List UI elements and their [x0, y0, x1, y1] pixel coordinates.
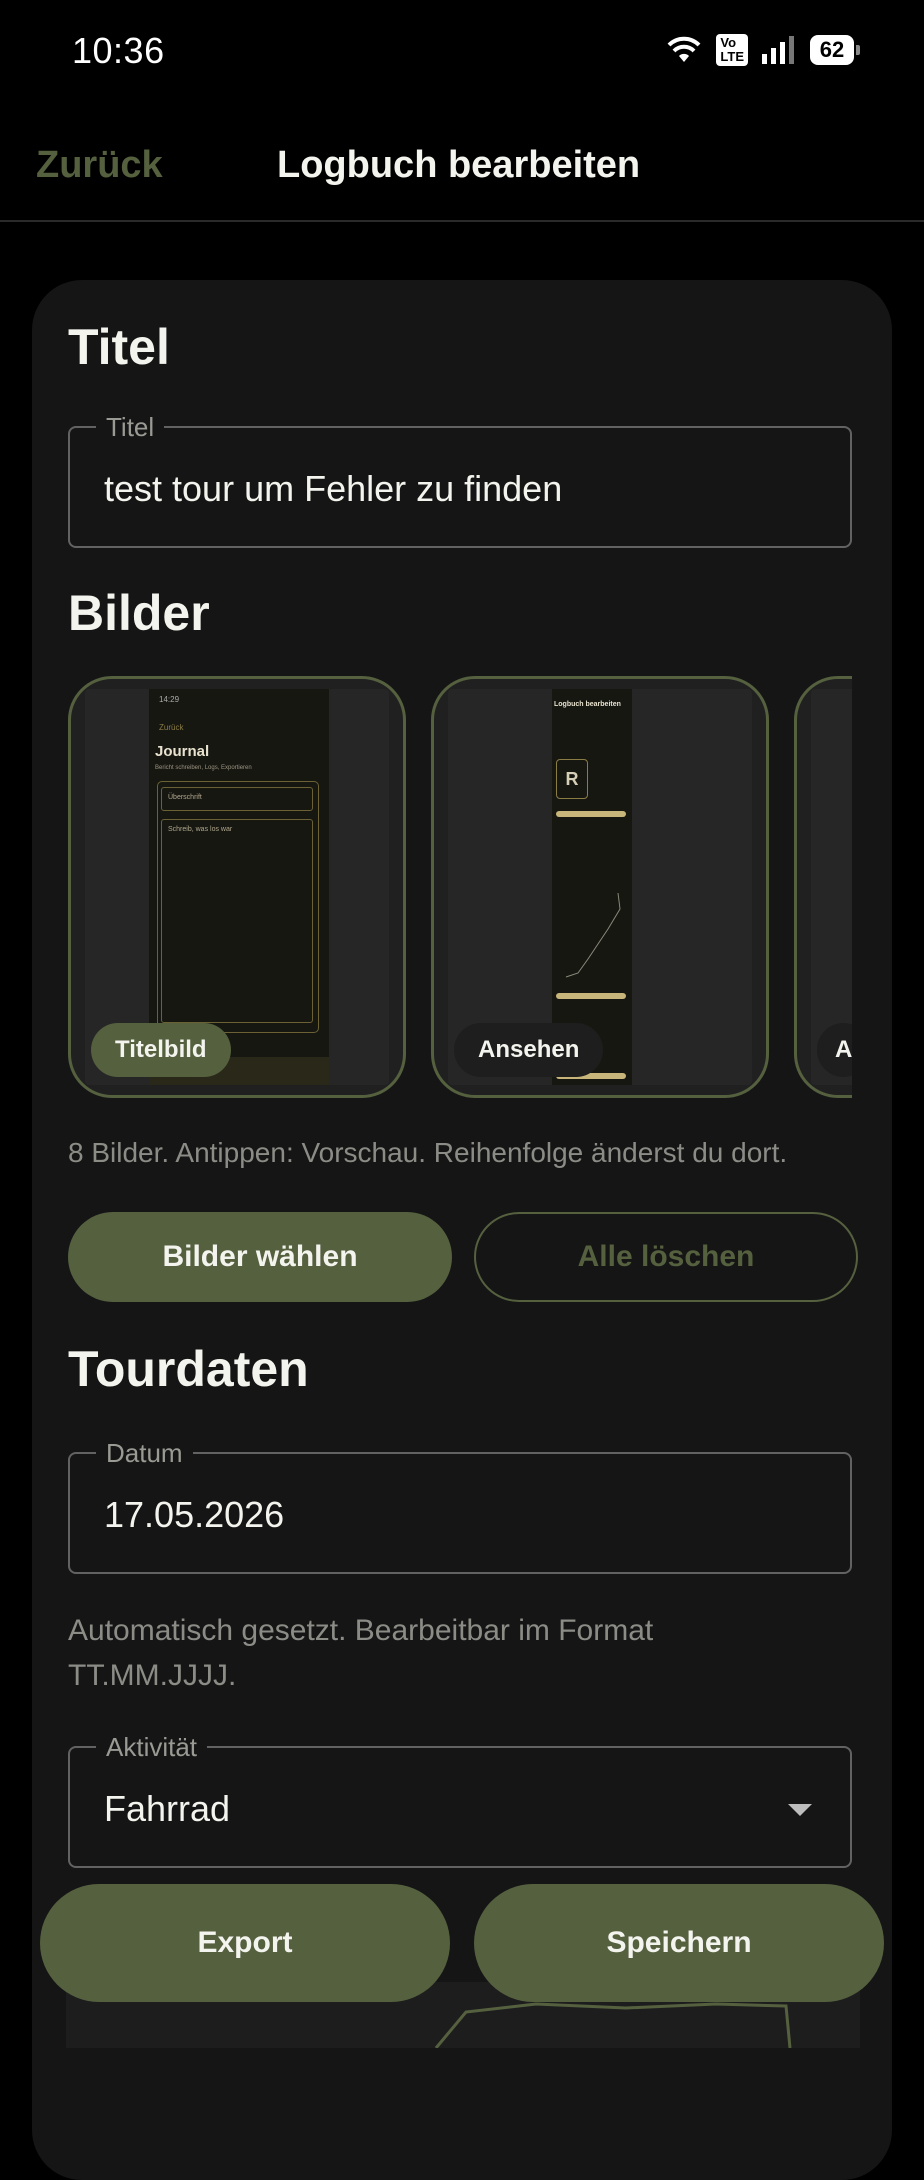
image-carousel[interactable]: 14:29 Zurück Journal Bericht schreiben, … [68, 676, 852, 1106]
thumb-screen-back: Zurück [159, 723, 184, 732]
status-bar: 10:36 Vo LTE 62 [0, 0, 924, 110]
title-field[interactable]: Titel test tour um Fehler zu finden [68, 412, 852, 548]
status-icons: Vo LTE 62 [666, 34, 860, 66]
image-thumb-1[interactable]: 14:29 Zurück Journal Bericht schreiben, … [68, 676, 406, 1098]
back-button[interactable]: Zurück [36, 144, 163, 187]
activity-field-label: Aktivität [96, 1732, 208, 1763]
delete-all-images-button[interactable]: Alle löschen [474, 1212, 858, 1302]
title-section-heading: Titel [68, 319, 170, 375]
battery-icon: 62 [810, 35, 860, 65]
activity-field-value[interactable]: Fahrrad [104, 1788, 230, 1830]
signal-icon [762, 36, 794, 64]
save-button[interactable]: Speichern [474, 1884, 884, 2002]
wifi-icon [667, 36, 701, 62]
images-hint: 8 Bilder. Antippen: Vorschau. Reihenfolg… [68, 1137, 788, 1168]
choose-images-button[interactable]: Bilder wählen [68, 1212, 452, 1302]
view-image-badge[interactable]: Ansehen [454, 1023, 604, 1077]
page-title: Logbuch bearbeiten [277, 144, 641, 186]
title-field-label: Titel [96, 412, 165, 443]
date-field[interactable]: Datum 17.05.2026 [68, 1438, 852, 1574]
thumb-screen-subtitle: Bericht schreiben, Logs, Exportieren [155, 765, 252, 771]
thumb-screen-heading: Logbuch bearbeiten [554, 701, 621, 708]
title-field-value[interactable]: test tour um Fehler zu finden [104, 468, 562, 510]
date-field-label: Datum [96, 1438, 193, 1469]
volte-icon: Vo LTE [716, 34, 748, 66]
cover-image-badge: Titelbild [91, 1023, 231, 1077]
date-field-value[interactable]: 17.05.2026 [104, 1494, 284, 1536]
tour-section-heading: Tourdaten [68, 1341, 309, 1397]
bottom-action-bar: Export Speichern [0, 1884, 924, 2004]
thumb-screen-field: Überschrift [161, 787, 313, 811]
activity-select[interactable]: Aktivität Fahrrad [68, 1732, 852, 1868]
thumb-screen-heading: Journal [155, 743, 210, 760]
export-button[interactable]: Export [40, 1884, 450, 2002]
top-app-bar: Zurück Logbuch bearbeiten [0, 110, 924, 222]
image-thumb-2[interactable]: Logbuch bearbeiten R Ansehen [431, 676, 769, 1098]
images-section-heading: Bilder [68, 585, 210, 641]
dropdown-arrow-icon[interactable] [788, 1804, 812, 1816]
status-time: 10:36 [72, 30, 165, 71]
thumb-screen-textarea: Schreib, was los war [161, 819, 313, 1023]
image-thumb-3[interactable]: A [794, 676, 852, 1098]
date-hint: Automatisch gesetzt. Bearbeitbar im Form… [68, 1614, 654, 1692]
